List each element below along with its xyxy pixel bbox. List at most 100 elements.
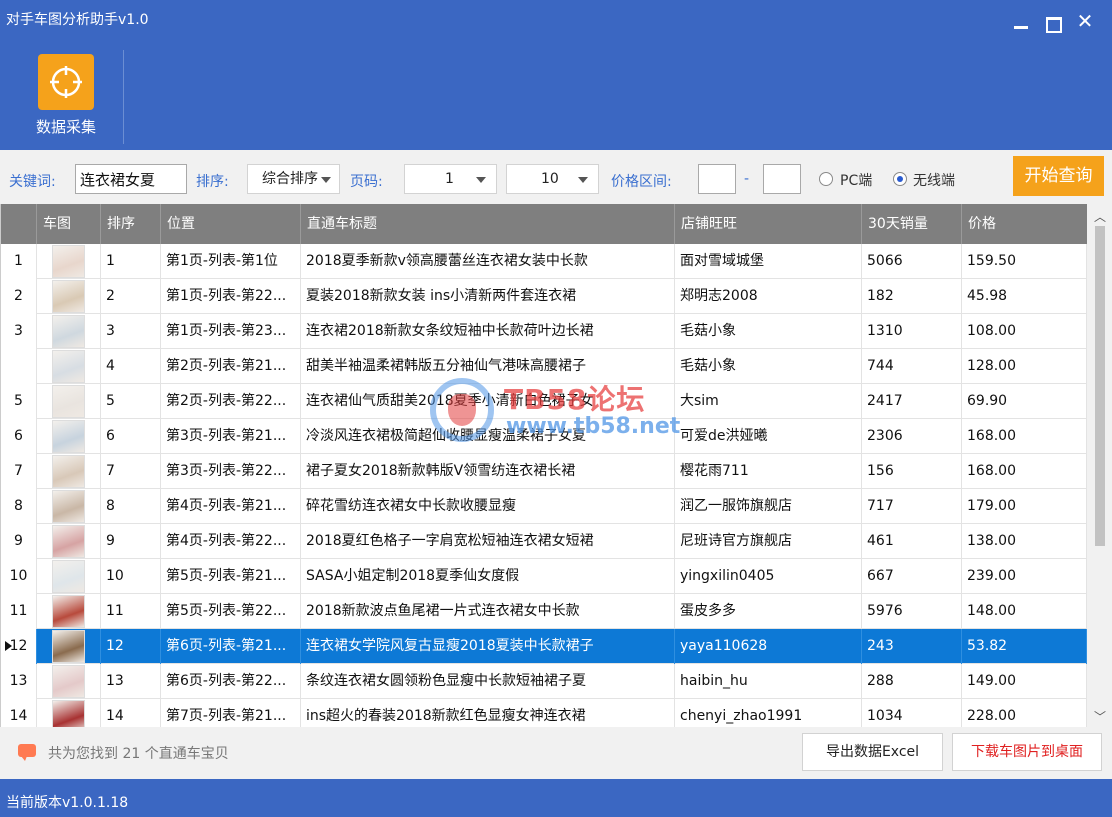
table-row[interactable]: 14 14 第7页-列表-第21... ins超火的春装2018新款红色显瘦女神连衣裙…	[1, 699, 1087, 727]
table-row[interactable]: 13 13 第6页-列表-第22... 条纹连衣裙女圆领粉色显瘦中长款短袖裙子夏 hai…	[1, 664, 1087, 699]
product-thumbnail[interactable]	[52, 490, 85, 523]
table-row[interactable]: 3 3 第1页-列表-第23... 连衣裙2018新款女条纹短袖中长款荷叶边长裙 毛菇小…	[1, 314, 1087, 349]
header-sales[interactable]: 30天销量	[862, 204, 962, 244]
keyword-input[interactable]	[75, 164, 187, 194]
cell-rownum: 7	[1, 454, 37, 489]
table-row[interactable]: 8 8 第4页-列表-第21... 碎花雪纺连衣裙女中长款收腰显瘦 润乙一服饰旗舰店 71…	[1, 489, 1087, 524]
product-thumbnail[interactable]	[52, 280, 85, 313]
cell-rownum: 10	[1, 559, 37, 594]
cell-rank: 2	[101, 279, 161, 314]
product-thumbnail[interactable]	[52, 350, 85, 383]
page-from-value: 1	[445, 171, 454, 187]
cell-position: 第4页-列表-第21...	[161, 489, 301, 524]
table-header: 车图 排序 位置 直通车标题 店铺旺旺 30天销量 价格	[1, 204, 1087, 244]
header-price[interactable]: 价格	[962, 204, 1087, 244]
cell-position: 第1页-列表-第22...	[161, 279, 301, 314]
cell-shop: yaya110628	[675, 629, 862, 664]
cell-position: 第3页-列表-第21...	[161, 419, 301, 454]
table-row[interactable]: 9 9 第4页-列表-第22... 2018夏红色格子一字肩宽松短袖连衣裙女短裙 尼班诗…	[1, 524, 1087, 559]
scrollbar-thumb[interactable]	[1095, 226, 1105, 546]
table-row[interactable]: 5 5 第2页-列表-第22... 连衣裙仙气质甜美2018夏季小清新白色裙子女 大si…	[1, 384, 1087, 419]
product-thumbnail[interactable]	[52, 455, 85, 488]
product-thumbnail[interactable]	[52, 245, 85, 278]
download-images-button[interactable]: 下载车图片到桌面	[952, 733, 1102, 771]
sort-select[interactable]: 综合排序	[247, 164, 340, 194]
cell-price: 53.82	[962, 629, 1087, 664]
table-row[interactable]: 12 12 第6页-列表-第21... 连衣裙女学院风复古显瘦2018夏装中长款裙子 y…	[1, 629, 1087, 664]
vertical-scrollbar[interactable]: ︿ ﹀	[1087, 204, 1112, 727]
cell-rownum	[1, 349, 37, 384]
cell-position: 第7页-列表-第21...	[161, 699, 301, 727]
page-to-select[interactable]: 10	[506, 164, 599, 194]
table-row[interactable]: 4 第2页-列表-第21... 甜美半袖温柔裙韩版五分袖仙气港味高腰裙子 毛菇小象 74…	[1, 349, 1087, 384]
product-thumbnail[interactable]	[52, 560, 85, 593]
title-bar: 对手车图分析助手v1.0 ✕ 数据采集	[0, 0, 1112, 150]
header-position[interactable]: 位置	[161, 204, 301, 244]
cell-sales: 243	[862, 629, 962, 664]
table-row[interactable]: 11 11 第5页-列表-第22... 2018新款波点鱼尾裙一片式连衣裙女中长款 蛋皮…	[1, 594, 1087, 629]
radio-pc[interactable]	[819, 172, 833, 186]
header-rownum	[1, 204, 37, 244]
product-thumbnail[interactable]	[52, 525, 85, 558]
product-thumbnail[interactable]	[52, 420, 85, 453]
cell-sales: 5976	[862, 594, 962, 629]
cell-sales: 1034	[862, 699, 962, 727]
table-row[interactable]: 10 10 第5页-列表-第21... SASA小姐定制2018夏季仙女度假 yingx…	[1, 559, 1087, 594]
cell-price: 128.00	[962, 349, 1087, 384]
cell-title: 冷淡风连衣裙极简超仙收腰显瘦温柔裙子女夏	[301, 419, 675, 454]
found-count-text: 共为您找到 21 个直通车宝贝	[48, 746, 229, 762]
start-query-button[interactable]: 开始查询	[1013, 156, 1104, 196]
cell-sales: 1310	[862, 314, 962, 349]
header-title[interactable]: 直通车标题	[301, 204, 675, 244]
radio-pc-label[interactable]: PC端	[840, 170, 872, 190]
cell-shop: 大sim	[675, 384, 862, 419]
radio-wireless-label[interactable]: 无线端	[913, 170, 955, 190]
cell-rownum: 1	[1, 244, 37, 279]
export-excel-button[interactable]: 导出数据Excel	[802, 733, 943, 771]
cell-rank: 11	[101, 594, 161, 629]
cell-shop: 面对雪域城堡	[675, 244, 862, 279]
radio-wireless[interactable]	[893, 172, 907, 186]
table-row[interactable]: 1 1 第1页-列表-第1位 2018夏季新款v领高腰蕾丝连衣裙女装中长款 面对雪域城堡…	[1, 244, 1087, 279]
cell-position: 第5页-列表-第22...	[161, 594, 301, 629]
data-collect-button[interactable]: 数据采集	[24, 48, 108, 144]
cell-rank: 1	[101, 244, 161, 279]
table-row[interactable]: 2 2 第1页-列表-第22... 夏装2018新款女装 ins小清新两件套连衣裙 郑明…	[1, 279, 1087, 314]
table-row[interactable]: 6 6 第3页-列表-第21... 冷淡风连衣裙极简超仙收腰显瘦温柔裙子女夏 可爱de洪…	[1, 419, 1087, 454]
cell-rownum: 5	[1, 384, 37, 419]
cell-rank: 8	[101, 489, 161, 524]
product-thumbnail[interactable]	[52, 595, 85, 628]
header-rank[interactable]: 排序	[101, 204, 161, 244]
message-icon	[18, 744, 36, 761]
cell-rank: 13	[101, 664, 161, 699]
price-min-input[interactable]	[698, 164, 736, 194]
cell-title: 2018夏红色格子一字肩宽松短袖连衣裙女短裙	[301, 524, 675, 559]
header-image[interactable]: 车图	[37, 204, 101, 244]
cell-title: 碎花雪纺连衣裙女中长款收腰显瘦	[301, 489, 675, 524]
price-max-input[interactable]	[763, 164, 801, 194]
table-row[interactable]: 7 7 第3页-列表-第22... 裙子夏女2018新款韩版V领雪纺连衣裙长裙 樱花雨7…	[1, 454, 1087, 489]
cell-position: 第4页-列表-第22...	[161, 524, 301, 559]
cell-price: 239.00	[962, 559, 1087, 594]
cell-sales: 667	[862, 559, 962, 594]
cell-shop: 郑明志2008	[675, 279, 862, 314]
cell-rownum: 9	[1, 524, 37, 559]
scroll-up-icon[interactable]: ︿	[1094, 208, 1106, 224]
minimize-icon[interactable]	[1010, 10, 1032, 32]
product-thumbnail[interactable]	[52, 315, 85, 348]
product-thumbnail[interactable]	[52, 700, 85, 727]
page-label: 页码:	[350, 174, 383, 190]
price-separator: -	[744, 171, 750, 187]
product-thumbnail[interactable]	[52, 665, 85, 698]
cell-sales: 288	[862, 664, 962, 699]
cell-rank: 14	[101, 699, 161, 727]
cell-price: 168.00	[962, 419, 1087, 454]
product-thumbnail[interactable]	[52, 630, 85, 663]
page-from-select[interactable]: 1	[404, 164, 497, 194]
scroll-down-icon[interactable]: ﹀	[1094, 708, 1106, 724]
cell-price: 69.90	[962, 384, 1087, 419]
header-shop[interactable]: 店铺旺旺	[675, 204, 862, 244]
maximize-icon[interactable]	[1042, 10, 1064, 33]
close-icon[interactable]: ✕	[1074, 10, 1096, 32]
product-thumbnail[interactable]	[52, 385, 85, 418]
